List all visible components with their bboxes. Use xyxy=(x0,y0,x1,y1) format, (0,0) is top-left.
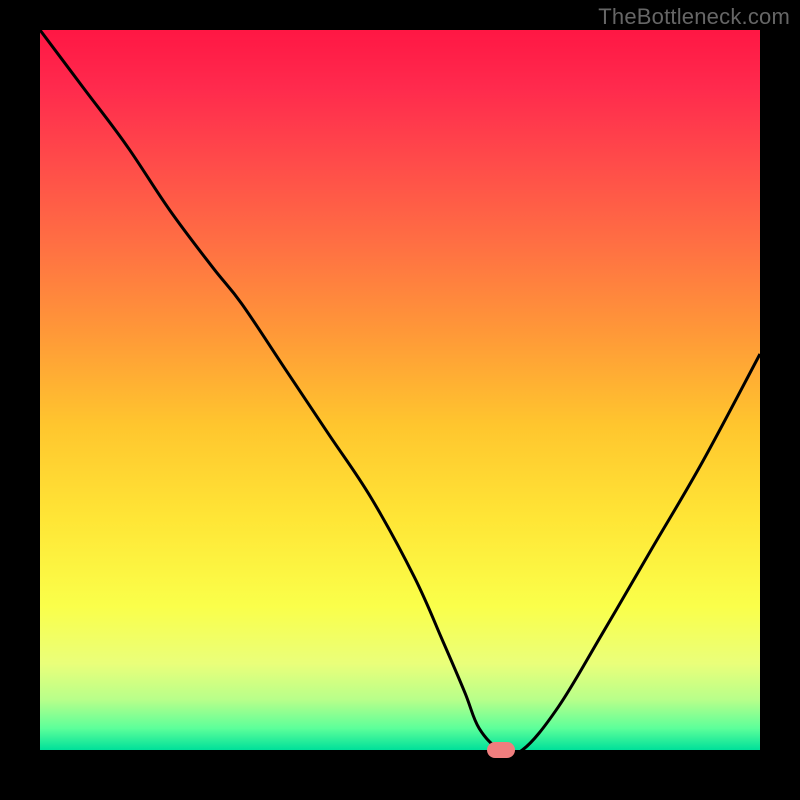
watermark-text: TheBottleneck.com xyxy=(598,4,790,30)
gradient-background xyxy=(40,30,760,750)
plot-area xyxy=(40,30,760,750)
optimal-point-marker xyxy=(487,742,515,758)
chart-frame: TheBottleneck.com xyxy=(0,0,800,800)
plot-svg xyxy=(40,30,760,750)
